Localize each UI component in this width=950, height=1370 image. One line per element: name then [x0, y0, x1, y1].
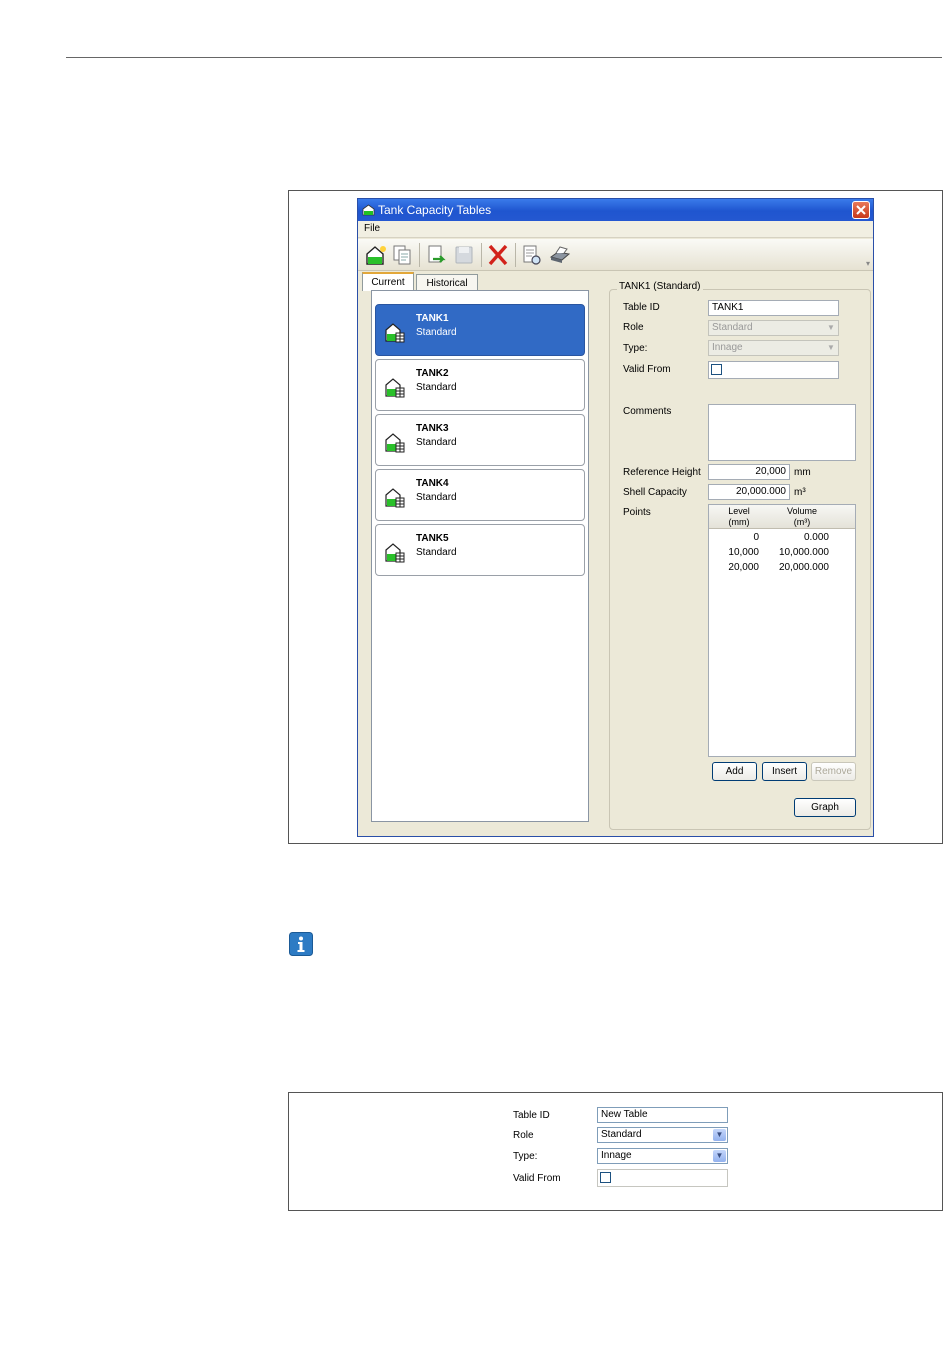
volume-cell: 0.000	[803, 532, 829, 543]
new-valid-from-field	[597, 1169, 728, 1187]
tank-card-tank2[interactable]: TANK2 Standard	[375, 359, 585, 411]
points-label: Points	[623, 507, 651, 518]
new-role-label: Role	[513, 1130, 534, 1141]
table-id-input[interactable]: TANK1	[708, 300, 839, 316]
chevron-down-icon[interactable]: ▼	[713, 1150, 726, 1162]
new-role-value: Standard	[601, 1129, 642, 1140]
tank-capacity-window: Tank Capacity Tables File ▾ Current Hist…	[357, 198, 874, 837]
valid-from-field	[708, 361, 839, 379]
new-type-value: Innage	[601, 1150, 632, 1161]
tank-icon	[385, 323, 405, 343]
toolbar-separator	[515, 243, 516, 267]
valid-from-label: Valid From	[623, 364, 671, 375]
tank-role: Standard	[416, 547, 457, 558]
valid-from-checkbox[interactable]	[711, 364, 722, 375]
tank-role: Standard	[416, 492, 457, 503]
toolbar: ▾	[358, 239, 873, 271]
copy-icon[interactable]	[390, 243, 414, 267]
volume-column-header[interactable]: Volume (m³)	[771, 506, 833, 528]
new-role-select[interactable]: Standard ▼	[597, 1127, 728, 1143]
comments-label: Comments	[623, 406, 672, 417]
comments-textarea[interactable]	[708, 404, 856, 461]
new-table-id-input[interactable]: New Table	[597, 1107, 728, 1123]
tank-card-tank3[interactable]: TANK3 Standard	[375, 414, 585, 466]
header-rule	[66, 57, 942, 58]
chevron-down-icon[interactable]: ▼	[713, 1129, 726, 1141]
tank-name: TANK3	[416, 423, 449, 434]
tank-app-icon	[362, 204, 375, 216]
chevron-down-icon: ▼	[827, 343, 835, 352]
tank-icon	[385, 543, 405, 563]
insert-button[interactable]: Insert	[762, 762, 807, 781]
level-cell: 10,000	[728, 547, 759, 558]
type-label: Type:	[623, 343, 648, 354]
import-icon[interactable]	[424, 243, 448, 267]
remove-button[interactable]: Remove	[811, 762, 856, 781]
tank-name: TANK4	[416, 478, 449, 489]
shell-capacity-input[interactable]: 20,000.000	[708, 484, 790, 500]
tank-card-tank1[interactable]: TANK1 Standard	[375, 304, 585, 356]
shell-capacity-label: Shell Capacity	[623, 487, 687, 498]
tank-role: Standard	[416, 327, 457, 338]
level-cell: 0	[753, 532, 759, 543]
details-group-title: TANK1 (Standard)	[617, 281, 703, 292]
volume-cell: 10,000.000	[778, 547, 829, 558]
level-cell: 20,000	[728, 562, 759, 573]
window-title: Tank Capacity Tables	[378, 203, 492, 217]
shell-capacity-unit: m³	[794, 487, 806, 498]
type-select[interactable]: Innage ▼	[708, 340, 839, 356]
new-type-select[interactable]: Innage ▼	[597, 1148, 728, 1164]
title-bar[interactable]: Tank Capacity Tables	[358, 199, 873, 221]
table-id-label: Table ID	[623, 302, 660, 313]
tank-name: TANK5	[416, 533, 449, 544]
tank-icon	[385, 378, 405, 398]
toolbar-separator	[419, 243, 420, 267]
level-column-header[interactable]: Level (mm)	[717, 506, 761, 528]
reference-height-label: Reference Height	[623, 467, 701, 478]
volume-cell: 20,000.000	[778, 562, 829, 573]
reference-height-input[interactable]: 20,000	[708, 464, 790, 480]
role-label: Role	[623, 322, 644, 333]
new-valid-from-checkbox[interactable]	[600, 1172, 611, 1183]
print-preview-icon[interactable]	[520, 243, 544, 267]
tank-card-tank5[interactable]: TANK5 Standard	[375, 524, 585, 576]
tank-card-tank4[interactable]: TANK4 Standard	[375, 469, 585, 521]
delete-icon[interactable]	[486, 243, 510, 267]
role-select[interactable]: Standard ▼	[708, 320, 839, 336]
toolbar-grip[interactable]: ▾	[866, 259, 870, 268]
tank-icon	[385, 488, 405, 508]
reference-height-unit: mm	[794, 467, 811, 478]
close-icon	[856, 205, 866, 215]
role-value: Standard	[712, 322, 753, 333]
tab-current[interactable]: Current	[362, 272, 414, 291]
tank-role: Standard	[416, 437, 457, 448]
graph-button[interactable]: Graph	[794, 798, 856, 817]
tank-list: TANK1 Standard TANK2 Standard TANK3 Stan…	[371, 290, 589, 822]
new-valid-from-label: Valid From	[513, 1173, 561, 1184]
tab-historical[interactable]: Historical	[416, 274, 478, 290]
save-icon[interactable]	[452, 243, 476, 267]
points-grid-header: Level (mm) Volume (m³)	[709, 505, 855, 529]
toolbar-separator	[481, 243, 482, 267]
print-icon[interactable]	[548, 243, 572, 267]
tank-icon	[385, 433, 405, 453]
add-button[interactable]: Add	[712, 762, 757, 781]
close-button[interactable]	[852, 201, 870, 219]
menu-bar: File	[358, 221, 873, 238]
tank-name: TANK1	[416, 313, 449, 324]
tank-name: TANK2	[416, 368, 449, 379]
points-grid[interactable]: Level (mm) Volume (m³) 0 0.000 10,000 10…	[708, 504, 856, 757]
tank-role: Standard	[416, 382, 457, 393]
new-table-id-label: Table ID	[513, 1110, 550, 1121]
new-table-icon[interactable]	[364, 243, 388, 267]
menu-file[interactable]: File	[364, 223, 380, 234]
info-icon	[289, 932, 313, 956]
type-value: Innage	[712, 342, 743, 353]
new-type-label: Type:	[513, 1151, 538, 1162]
chevron-down-icon: ▼	[827, 323, 835, 332]
